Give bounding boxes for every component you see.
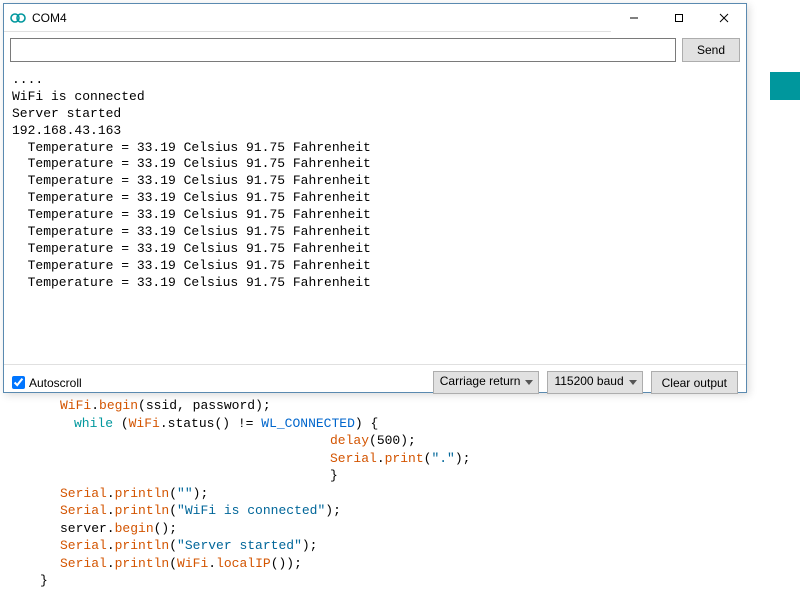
code-token: WiFi	[60, 398, 91, 413]
serial-monitor-window: COM4 Send .... WiFi is connected Server …	[3, 3, 747, 393]
arduino-icon	[10, 10, 26, 26]
autoscroll-checkbox[interactable]	[12, 376, 25, 389]
autoscroll-toggle[interactable]: Autoscroll	[12, 376, 425, 390]
window-title: COM4	[32, 11, 611, 25]
send-button[interactable]: Send	[682, 38, 740, 62]
autoscroll-label: Autoscroll	[29, 376, 82, 390]
titlebar[interactable]: COM4	[4, 4, 746, 32]
code-editor[interactable]: WiFi.begin(ssid, password); while (WiFi.…	[0, 395, 800, 538]
baud-dropdown[interactable]: 115200 baud	[547, 371, 642, 394]
bottom-bar: Autoscroll Carriage return 115200 baud C…	[4, 364, 746, 400]
minimize-button[interactable]	[611, 4, 656, 32]
clear-output-button[interactable]: Clear output	[651, 371, 738, 394]
maximize-button[interactable]	[656, 4, 701, 32]
input-row: Send	[4, 32, 746, 68]
close-button[interactable]	[701, 4, 746, 32]
serial-input[interactable]	[10, 38, 676, 62]
ide-background-strip	[770, 72, 800, 100]
line-ending-dropdown[interactable]: Carriage return	[433, 371, 540, 394]
serial-output[interactable]: .... WiFi is connected Server started 19…	[4, 68, 746, 364]
